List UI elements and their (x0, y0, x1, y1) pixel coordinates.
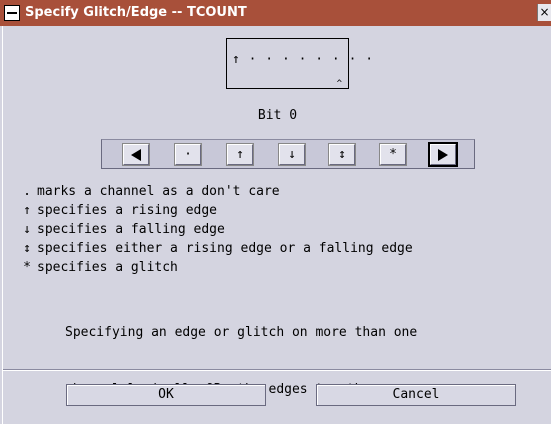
bit-pattern-display: ↑ · · · · · · · · ^ (226, 38, 373, 89)
glitch-symbol: * (23, 260, 31, 275)
falling-edge-button[interactable]: ↓ (278, 143, 306, 166)
next-bit-button[interactable] (428, 142, 458, 167)
dont-care-symbol: . (23, 184, 31, 199)
falling-edge-symbol: ↓ (23, 222, 31, 237)
dialog-body: ↑ · · · · · · · · ^ Bit 0 · ↑ ↓ ↕ * . ma… (2, 26, 551, 424)
ok-button[interactable]: OK (66, 384, 266, 406)
legend-text: marks a channel as a don't care (37, 184, 280, 199)
dont-care-button[interactable]: · (174, 143, 202, 166)
legend-item: * specifies a glitch (19, 258, 413, 277)
cancel-button[interactable]: Cancel (316, 384, 516, 406)
glitch-button[interactable]: * (379, 143, 407, 166)
previous-bit-button[interactable] (122, 143, 150, 166)
bit-label: Bit 0 (257, 108, 298, 123)
legend-item: ↑ specifies a rising edge (19, 201, 413, 220)
legend: . marks a channel as a don't care ↑ spec… (19, 182, 413, 277)
rising-edge-button[interactable]: ↑ (226, 143, 254, 166)
legend-text: specifies either a rising edge or a fall… (37, 241, 413, 256)
bit-pattern: ↑ · · · · · · · · (232, 52, 374, 67)
legend-text: specifies a falling edge (37, 222, 225, 237)
separator (3, 369, 551, 371)
legend-item: ↓ specifies a falling edge (19, 220, 413, 239)
right-arrow-icon (438, 149, 448, 161)
rising-edge-symbol: ↑ (23, 203, 31, 218)
either-edge-symbol: ↕ (23, 241, 31, 256)
legend-item: ↕ specifies either a rising edge or a fa… (19, 239, 413, 258)
note-line-1: Specifying an edge or glitch on more tha… (65, 325, 418, 340)
legend-text: specifies a glitch (37, 260, 178, 275)
either-edge-button[interactable]: ↕ (328, 143, 356, 166)
close-icon[interactable]: × (537, 4, 551, 21)
left-arrow-icon (131, 149, 141, 161)
title-bar: Specify Glitch/Edge -- TCOUNT × (0, 0, 551, 26)
legend-text: specifies a rising edge (37, 203, 218, 218)
bit-cursor-marker: ^ (336, 79, 342, 89)
legend-item: . marks a channel as a don't care (19, 182, 413, 201)
system-menu-icon[interactable] (4, 5, 20, 21)
window-title: Specify Glitch/Edge -- TCOUNT (25, 5, 247, 20)
edge-button-strip: · ↑ ↓ ↕ * (101, 139, 475, 169)
